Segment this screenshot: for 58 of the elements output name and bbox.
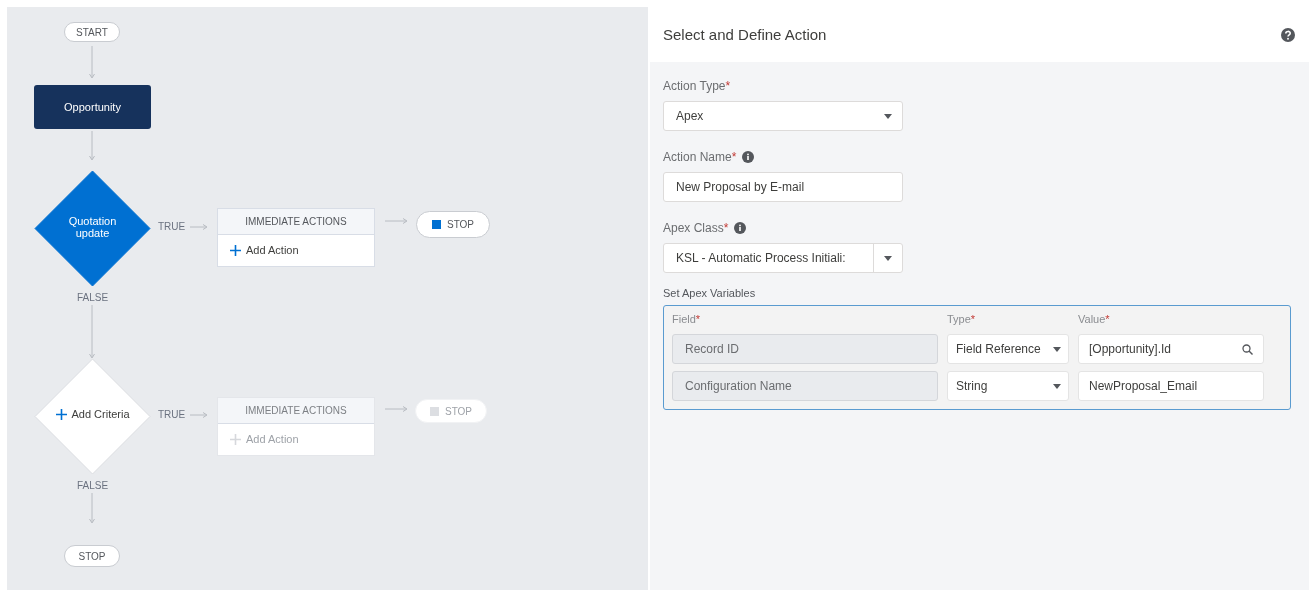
decision-diamond[interactable] [34,170,151,287]
value-field[interactable]: NewProposal_Email [1078,371,1264,401]
connector-arrow [89,304,95,359]
object-node[interactable]: Opportunity [34,85,151,129]
true-label: TRUE [158,409,186,420]
column-header: Field [672,313,696,325]
variable-name-field: Configuration Name [672,371,938,401]
caret-icon [1053,383,1061,389]
required-mark: * [1105,313,1110,325]
panel-title: Select and Define Action [663,26,827,43]
caret-icon [884,255,892,261]
input-field[interactable]: New Proposal by E-mail [663,172,903,202]
stop-node: STOP [64,545,120,567]
info-icon [734,222,747,234]
connector-arrow [189,224,208,230]
variable-name-field: Record ID [672,334,938,364]
plus-icon [230,244,241,256]
plus-icon [230,433,241,445]
required-mark: * [970,313,976,325]
criteria-label: Quotation update [67,215,118,239]
connector-arrow [189,412,208,418]
start-node: START [64,22,120,42]
add-action-button[interactable]: Add Action [230,244,299,256]
section-title: Set Apex Variables [663,287,757,299]
stop-node: STOP [415,399,487,423]
false-label: FALSE [77,480,109,491]
connector-arrow [89,492,95,524]
field-label: Apex Class [663,221,724,235]
help-icon[interactable] [1281,27,1295,42]
required-mark: * [723,221,729,235]
type-select[interactable]: String [947,371,1069,401]
select-field[interactable]: Apex [663,101,903,131]
caret-icon [884,113,892,119]
field-label: Action Type [663,79,726,93]
stop-icon [431,220,441,229]
required-mark: * [731,150,737,164]
stop-icon [429,406,439,416]
false-label: FALSE [77,292,109,303]
required-mark: * [695,313,701,325]
connector-arrow [89,130,95,161]
type-select[interactable]: Field Reference [947,334,1069,364]
plus-icon [56,408,68,420]
select-field[interactable]: KSL - Automatic Process Initiali: [663,243,903,273]
value-field[interactable]: [Opportunity].Id [1078,334,1264,364]
actions-header: IMMEDIATE ACTIONS [218,398,374,424]
connector-arrow [89,45,95,79]
stop-node: STOP [416,211,490,238]
search-icon[interactable] [1242,343,1253,355]
connector-arrow [384,406,408,412]
caret-icon [1053,346,1061,352]
field-label: Action Name [663,150,732,164]
actions-header: IMMEDIATE ACTIONS [218,209,374,235]
connector-arrow [384,218,408,224]
info-icon [742,151,755,163]
column-header: Value [1078,313,1106,325]
true-label: TRUE [158,221,186,232]
required-mark: * [725,79,731,93]
column-header: Type [947,313,971,325]
